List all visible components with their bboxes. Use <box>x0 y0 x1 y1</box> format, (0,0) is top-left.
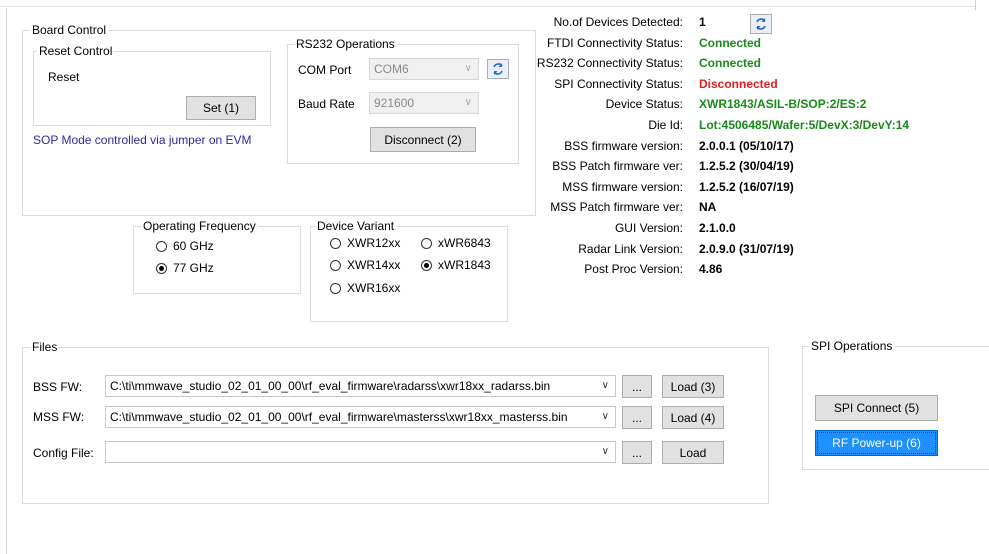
status-value: XWR1843/ASIL-B/SOP:2/ES:2 <box>699 97 867 111</box>
rs232-operations-title: RS232 Operations <box>294 37 397 51</box>
radio-77ghz[interactable]: 77 GHz <box>156 261 214 275</box>
mss-fw-label: MSS FW: <box>33 410 85 424</box>
chevron-down-icon: ∨ <box>601 380 609 391</box>
status-value: Connected <box>699 56 762 70</box>
radio-77ghz-label: 77 GHz <box>173 261 214 275</box>
baud-rate-value: 921600 <box>374 96 415 110</box>
radio-xwr14xx[interactable]: XWR14xx <box>330 258 400 272</box>
mss-fw-browse-button[interactable]: ... <box>622 406 652 429</box>
rf-powerup-button[interactable]: RF Power-up (6) <box>815 430 938 456</box>
radio-xwr6843[interactable]: xWR6843 <box>421 236 491 250</box>
operating-frequency-group <box>133 226 301 294</box>
status-value: Disconnected <box>699 77 778 91</box>
operating-frequency-title: Operating Frequency <box>141 219 258 233</box>
right-scrollbar-edge <box>975 0 976 10</box>
device-variant-title: Device Variant <box>315 219 397 233</box>
status-label: GUI Version: <box>614 221 683 235</box>
radio-xwr12xx-label: XWR12xx <box>347 236 401 250</box>
set-button[interactable]: Set (1) <box>186 96 256 120</box>
radio-xwr16xx[interactable]: XWR16xx <box>330 281 400 295</box>
status-label: BSS Patch firmware ver: <box>552 159 683 173</box>
mss-fw-load-button[interactable]: Load (4) <box>662 406 724 429</box>
config-file-load-button[interactable]: Load <box>662 441 724 464</box>
bss-fw-load-button[interactable]: Load (3) <box>662 375 724 398</box>
status-value: 4.86 <box>699 262 723 276</box>
com-port-select[interactable]: COM6 ∨ <box>369 58 479 80</box>
mss-fw-path: C:\ti\mmwave_studio_02_01_00_00\rf_eval_… <box>110 410 568 424</box>
status-value: 2.0.0.1 (05/10/17) <box>699 139 794 153</box>
reset-label: Reset <box>48 70 80 84</box>
radio-button-selected-icon <box>156 262 167 274</box>
bss-fw-label: BSS FW: <box>33 380 83 394</box>
device-refresh-button[interactable] <box>750 14 772 34</box>
status-label: No.of Devices Detected: <box>553 15 683 29</box>
radio-xwr1843[interactable]: xWR1843 <box>421 258 491 272</box>
bss-fw-path: C:\ti\mmwave_studio_02_01_00_00\rf_eval_… <box>110 379 551 393</box>
radio-button-icon <box>156 240 167 252</box>
reset-control-title: Reset Control <box>37 44 115 58</box>
chevron-down-icon: ∨ <box>464 63 472 74</box>
status-label: FTDI Connectivity Status: <box>546 36 683 50</box>
radio-xwr12xx[interactable]: XWR12xx <box>330 236 400 250</box>
radio-xwr1843-label: xWR1843 <box>438 258 491 272</box>
mss-fw-path-select[interactable]: C:\ti\mmwave_studio_02_01_00_00\rf_eval_… <box>105 406 616 428</box>
config-file-path-select[interactable]: ∨ <box>105 441 616 463</box>
radio-xwr6843-label: xWR6843 <box>438 236 491 250</box>
spi-operations-title: SPI Operations <box>809 339 895 353</box>
radio-button-icon <box>421 237 432 249</box>
chevron-down-icon: ∨ <box>601 446 609 457</box>
bss-fw-path-select[interactable]: C:\ti\mmwave_studio_02_01_00_00\rf_eval_… <box>105 375 616 397</box>
chevron-down-icon: ∨ <box>601 411 609 422</box>
spi-connect-button[interactable]: SPI Connect (5) <box>815 395 938 421</box>
disconnect-button[interactable]: Disconnect (2) <box>370 127 476 152</box>
config-file-browse-button[interactable]: ... <box>622 441 652 464</box>
status-label: Die Id: <box>648 118 683 132</box>
status-label: MSS Patch firmware ver: <box>550 200 683 214</box>
radio-xwr16xx-label: XWR16xx <box>347 281 401 295</box>
status-value: 2.1.0.0 <box>699 221 736 235</box>
status-label: BSS firmware version: <box>564 139 683 153</box>
status-value: Lot:4506485/Wafer:5/DevX:3/DevY:14 <box>699 118 910 132</box>
status-value: Connected <box>699 36 762 50</box>
radio-xwr14xx-label: XWR14xx <box>347 258 401 272</box>
status-value: 1.2.5.2 (30/04/19) <box>699 159 794 173</box>
status-label: SPI Connectivity Status: <box>554 77 683 91</box>
radio-button-icon <box>330 259 341 271</box>
status-value: 1.2.5.2 (16/07/19) <box>699 180 794 194</box>
chevron-down-icon: ∨ <box>464 97 472 108</box>
radio-button-icon <box>330 282 341 294</box>
com-port-value: COM6 <box>374 62 409 76</box>
refresh-icon <box>756 18 766 30</box>
baud-rate-label: Baud Rate <box>298 97 355 111</box>
status-label: Radar Link Version: <box>578 242 683 256</box>
status-label: RS232 Connectivity Status: <box>536 56 683 70</box>
bss-fw-browse-button[interactable]: ... <box>622 375 652 398</box>
left-window-edge <box>6 8 7 554</box>
top-divider <box>0 0 975 7</box>
files-title: Files <box>30 340 60 354</box>
radio-60ghz[interactable]: 60 GHz <box>156 239 214 253</box>
sop-mode-note: SOP Mode controlled via jumper on EVM <box>33 133 252 147</box>
status-value: NA <box>699 200 717 214</box>
status-label: Device Status: <box>605 97 683 111</box>
status-label: Post Proc Version: <box>584 262 683 276</box>
board-control-title: Board Control <box>30 23 109 37</box>
radio-button-icon <box>330 237 341 249</box>
com-port-refresh-button[interactable] <box>487 59 509 79</box>
config-file-label: Config File: <box>33 446 94 460</box>
status-value: 2.0.9.0 (31/07/19) <box>699 242 794 256</box>
status-label: MSS firmware version: <box>562 180 683 194</box>
status-value: 1 <box>699 15 706 29</box>
com-port-label: COM Port <box>298 63 352 77</box>
refresh-icon <box>493 63 503 75</box>
radio-60ghz-label: 60 GHz <box>173 239 214 253</box>
radio-button-selected-icon <box>421 259 432 271</box>
baud-rate-select[interactable]: 921600 ∨ <box>369 92 479 114</box>
